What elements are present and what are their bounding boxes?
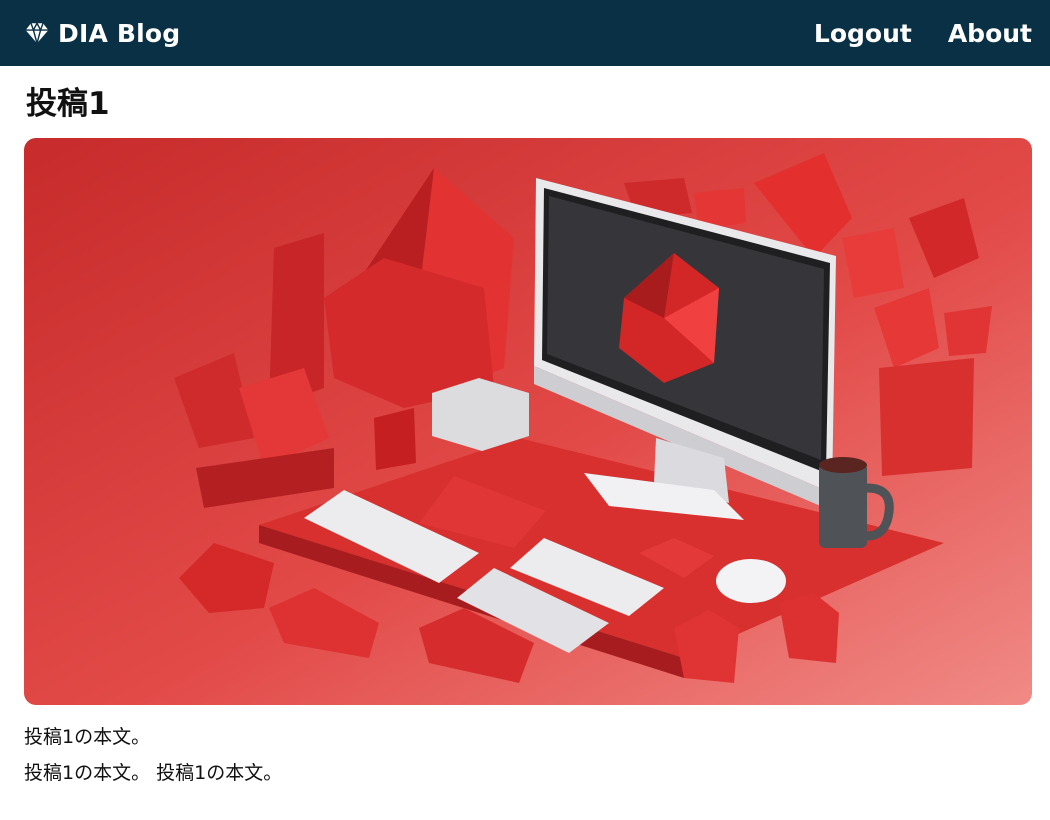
post-paragraph: 投稿1の本文。 [24, 726, 151, 748]
brand-link[interactable]: DIA Blog [24, 19, 180, 48]
post-body: 投稿1の本文。 投稿1の本文。 投稿1の本文。 [24, 719, 1032, 791]
post-content: 投稿1 投稿1の本文。 投稿1の本文。 投稿1の本文。 [0, 84, 1050, 791]
logout-link[interactable]: Logout [814, 19, 912, 48]
brand-name: DIA Blog [58, 18, 181, 48]
post-paragraph: 投稿1の本文。 投稿1の本文。 [24, 762, 283, 784]
nav-links: Logout About [814, 19, 1032, 48]
post-title: 投稿1 [26, 86, 110, 122]
navbar: DIA Blog Logout About [0, 0, 1050, 66]
about-link[interactable]: About [948, 19, 1032, 48]
diamond-icon [24, 20, 50, 46]
post-image [24, 138, 1032, 705]
